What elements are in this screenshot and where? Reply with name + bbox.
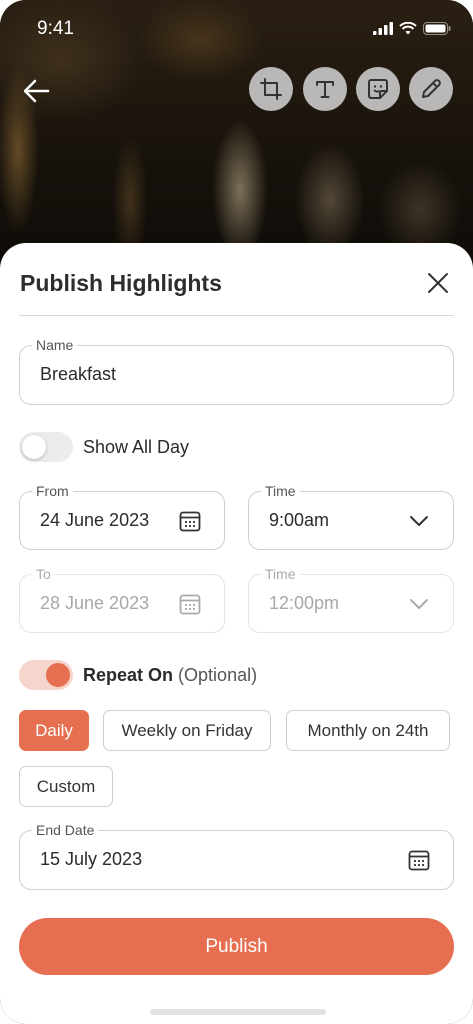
phone-screen: 9:41 Publish Highlights Name Breakfast S… [0,0,473,1024]
crop-icon [260,78,282,100]
to-date-label: To [32,566,55,582]
repeat-on-toggle[interactable] [19,660,73,690]
from-date-label: From [32,483,73,499]
status-icons [373,22,451,35]
repeat-on-title: Repeat On [83,665,174,685]
text-icon [316,81,334,98]
end-date-value: 15 July 2023 [40,849,143,869]
pencil-icon [422,79,441,98]
from-time-select[interactable]: Time 9:00am [248,483,454,550]
to-date-field: To 28 June 2023 [19,566,225,633]
calendar-icon[interactable] [178,509,202,533]
divider [19,315,454,316]
from-date-value: 24 June 2023 [40,510,150,530]
signal-icon [373,22,393,35]
repeat-optional-text: (Optional) [178,665,258,685]
toggle-knob [22,435,46,459]
chevron-down-icon [410,516,428,526]
show-all-day-toggle[interactable] [19,432,73,462]
wifi-icon [399,22,417,35]
publish-sheet: Publish Highlights Name Breakfast Show A… [0,243,473,1024]
end-date-label: End Date [32,822,99,838]
from-time-value: 9:00am [269,510,330,530]
calendar-icon[interactable] [407,848,431,872]
text-button[interactable] [303,67,347,111]
from-time-label: Time [261,483,300,499]
from-date-field[interactable]: From 24 June 2023 [19,483,225,550]
name-field-label: Name [32,337,78,353]
to-time-select: Time 12:00pm [248,566,454,633]
draw-button[interactable] [409,67,453,111]
back-arrow-icon[interactable] [20,74,54,108]
to-time-label: Time [261,566,300,582]
toggle-knob [46,663,70,687]
sheet-title: Publish Highlights [20,270,222,296]
status-time: 9:41 [37,18,74,39]
sticker-icon [368,79,388,99]
chip-weekly[interactable]: Weekly on Friday [103,710,271,751]
name-field[interactable]: Name Breakfast [19,337,454,405]
chip-custom[interactable]: Custom [19,766,113,807]
publish-button[interactable]: Publish [19,918,454,975]
name-field-value: Breakfast [40,364,117,384]
chevron-down-icon [410,599,428,609]
status-bar: 9:41 [0,0,473,56]
crop-button[interactable] [249,67,293,111]
to-time-value: 12:00pm [269,593,340,613]
to-date-value: 28 June 2023 [40,593,150,613]
home-indicator [150,1009,326,1015]
chip-monthly[interactable]: Monthly on 24th [286,710,450,751]
repeat-on-label: Repeat On (Optional) [83,665,257,686]
show-all-day-label: Show All Day [83,437,190,457]
sticker-button[interactable] [356,67,400,111]
calendar-icon [179,594,201,615]
end-date-field[interactable]: End Date 15 July 2023 [19,822,454,890]
close-icon[interactable] [425,270,451,296]
battery-icon [423,22,451,35]
chip-daily[interactable]: Daily [19,710,89,751]
